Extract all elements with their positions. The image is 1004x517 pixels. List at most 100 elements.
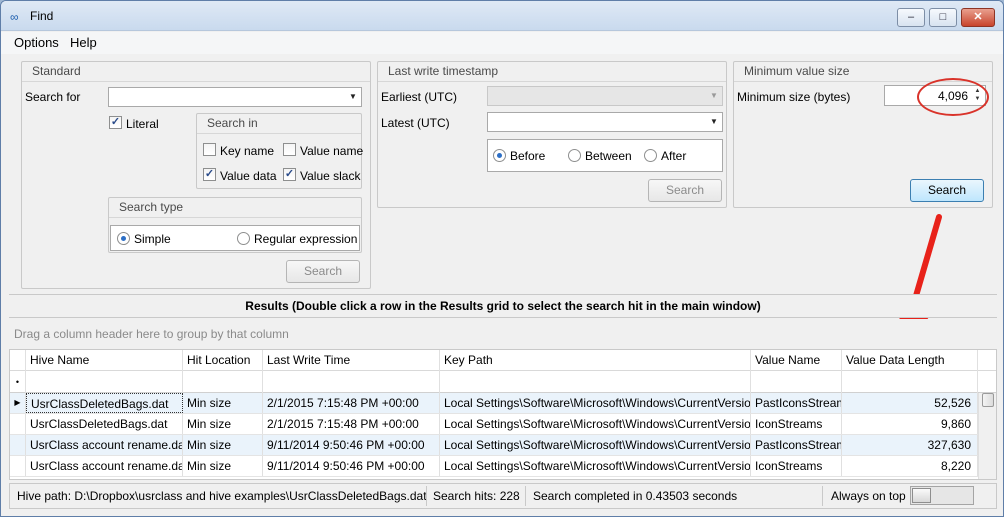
minsize-search-button[interactable]: Search bbox=[910, 179, 984, 202]
literal-label: Literal bbox=[126, 117, 159, 131]
value-data-checkbox[interactable]: ✓ bbox=[203, 168, 216, 181]
search-hits-status: Search hits: 228 bbox=[433, 489, 520, 503]
earliest-combo[interactable]: ▼ bbox=[487, 86, 723, 106]
search-for-combo[interactable]: ▼ bbox=[108, 87, 362, 107]
hive-path-status: Hive path: D:\Dropbox\usrclass and hive … bbox=[17, 489, 427, 503]
column-last-write-time[interactable]: Last Write Time bbox=[263, 350, 440, 371]
regex-label: Regular expression bbox=[254, 232, 358, 246]
find-window: ∞ Find – □ ✕ Options Help Standard Searc… bbox=[0, 0, 1004, 517]
cell-key-path[interactable]: Local Settings\Software\Microsoft\Window… bbox=[440, 393, 751, 413]
row-indicator bbox=[10, 414, 26, 434]
title-bar[interactable]: ∞ Find – □ ✕ bbox=[1, 1, 1003, 31]
table-row[interactable]: UsrClass account rename.dat Min size 9/1… bbox=[10, 435, 978, 456]
filter-hit-location[interactable] bbox=[183, 371, 263, 393]
cell-last-write-time[interactable]: 9/11/2014 9:50:46 PM +00:00 bbox=[263, 456, 440, 476]
cell-value-data-length[interactable]: 52,526 bbox=[842, 393, 978, 413]
close-button[interactable]: ✕ bbox=[961, 8, 995, 27]
key-name-label: Key name bbox=[220, 144, 275, 158]
cell-value-name[interactable]: IconStreams bbox=[751, 414, 842, 434]
dropdown-arrow-icon[interactable]: ▼ bbox=[347, 88, 359, 106]
cell-hit-location[interactable]: Min size bbox=[183, 414, 263, 434]
search-in-title: Search in bbox=[197, 114, 361, 134]
row-indicator-header bbox=[10, 350, 26, 371]
search-in-group: Search in Key name Value name ✓ Value da… bbox=[196, 113, 364, 189]
always-on-top-label: Always on top bbox=[831, 489, 906, 503]
cell-value-data-length[interactable]: 9,860 bbox=[842, 414, 978, 434]
status-divider bbox=[822, 486, 823, 506]
cell-value-name[interactable]: PastIconsStream bbox=[751, 393, 842, 413]
maximize-button[interactable]: □ bbox=[929, 8, 957, 27]
cell-key-path[interactable]: Local Settings\Software\Microsoft\Window… bbox=[440, 414, 751, 434]
cell-hit-location[interactable]: Min size bbox=[183, 393, 263, 413]
cell-last-write-time[interactable]: 2/1/2015 7:15:48 PM +00:00 bbox=[263, 393, 440, 413]
value-slack-label: Value slack bbox=[300, 169, 361, 183]
earliest-label: Earliest (UTC) bbox=[381, 90, 458, 104]
timestamp-search-button[interactable]: Search bbox=[648, 179, 722, 202]
cell-value-name[interactable]: PastIconsStream bbox=[751, 435, 842, 455]
cell-hit-location[interactable]: Min size bbox=[183, 456, 263, 476]
standard-search-button[interactable]: Search bbox=[286, 260, 360, 283]
row-indicator bbox=[10, 456, 26, 476]
between-radio[interactable] bbox=[568, 149, 581, 162]
status-bar: Hive path: D:\Dropbox\usrclass and hive … bbox=[9, 483, 997, 509]
table-row[interactable]: ▶ UsrClassDeletedBags.dat Min size 2/1/2… bbox=[10, 393, 978, 414]
results-grid[interactable]: Hive Name Hit Location Last Write Time K… bbox=[9, 349, 997, 480]
menu-help[interactable]: Help bbox=[70, 35, 97, 50]
cell-hive-name[interactable]: UsrClassDeletedBags.dat bbox=[26, 393, 183, 413]
simple-label: Simple bbox=[134, 232, 171, 246]
current-row-icon: ▶ bbox=[10, 393, 26, 413]
before-radio[interactable] bbox=[493, 149, 506, 162]
toggle-knob[interactable] bbox=[912, 488, 931, 503]
cell-hive-name[interactable]: UsrClass account rename.dat bbox=[26, 435, 183, 455]
latest-label: Latest (UTC) bbox=[381, 116, 450, 130]
dropdown-arrow-icon[interactable]: ▼ bbox=[708, 87, 720, 105]
dropdown-arrow-icon[interactable]: ▼ bbox=[708, 113, 720, 131]
regex-radio[interactable] bbox=[237, 232, 250, 245]
minimize-button[interactable]: – bbox=[897, 8, 925, 27]
table-row[interactable]: UsrClass account rename.dat Min size 9/1… bbox=[10, 456, 978, 477]
column-key-path[interactable]: Key Path bbox=[440, 350, 751, 371]
value-name-label: Value name bbox=[300, 144, 364, 158]
timestamp-group: Last write timestamp Earliest (UTC) ▼ La… bbox=[377, 61, 727, 208]
grid-header: Hive Name Hit Location Last Write Time K… bbox=[10, 350, 996, 371]
search-type-options: Simple Regular expression bbox=[110, 225, 360, 251]
cell-value-name[interactable]: IconStreams bbox=[751, 456, 842, 476]
filter-key-path[interactable] bbox=[440, 371, 751, 393]
after-radio[interactable] bbox=[644, 149, 657, 162]
key-name-checkbox[interactable] bbox=[203, 143, 216, 156]
cell-hive-name[interactable]: UsrClassDeletedBags.dat bbox=[26, 414, 183, 434]
cell-last-write-time[interactable]: 9/11/2014 9:50:46 PM +00:00 bbox=[263, 435, 440, 455]
group-by-panel[interactable]: Drag a column header here to group by th… bbox=[9, 319, 997, 349]
simple-radio[interactable] bbox=[117, 232, 130, 245]
cell-value-data-length[interactable]: 327,630 bbox=[842, 435, 978, 455]
latest-combo[interactable]: ▼ bbox=[487, 112, 723, 132]
timestamp-group-title: Last write timestamp bbox=[378, 62, 726, 82]
cell-value-data-length[interactable]: 8,220 bbox=[842, 456, 978, 476]
standard-group-title: Standard bbox=[22, 62, 370, 82]
column-hit-location[interactable]: Hit Location bbox=[183, 350, 263, 371]
filter-hive-name[interactable] bbox=[26, 371, 183, 393]
scrollbar-thumb[interactable] bbox=[982, 393, 994, 407]
menu-options[interactable]: Options bbox=[14, 35, 59, 50]
always-on-top-toggle[interactable] bbox=[910, 486, 974, 505]
value-name-checkbox[interactable] bbox=[283, 143, 296, 156]
status-divider bbox=[525, 486, 526, 506]
timestamp-mode-options: Before Between After bbox=[487, 139, 723, 172]
filter-value-name[interactable] bbox=[751, 371, 842, 393]
cell-key-path[interactable]: Local Settings\Software\Microsoft\Window… bbox=[440, 435, 751, 455]
cell-last-write-time[interactable]: 2/1/2015 7:15:48 PM +00:00 bbox=[263, 414, 440, 434]
cell-key-path[interactable]: Local Settings\Software\Microsoft\Window… bbox=[440, 456, 751, 476]
table-row[interactable]: UsrClassDeletedBags.dat Min size 2/1/201… bbox=[10, 414, 978, 435]
column-hive-name[interactable]: Hive Name bbox=[26, 350, 183, 371]
column-value-name[interactable]: Value Name bbox=[751, 350, 842, 371]
filter-last-write-time[interactable] bbox=[263, 371, 440, 393]
literal-checkbox[interactable]: ✓ bbox=[109, 116, 122, 129]
value-data-label: Value data bbox=[220, 169, 277, 183]
column-value-data-length[interactable]: Value Data Length bbox=[842, 350, 978, 371]
results-scrollbar[interactable] bbox=[978, 393, 996, 479]
cell-hit-location[interactable]: Min size bbox=[183, 435, 263, 455]
value-slack-checkbox[interactable]: ✓ bbox=[283, 168, 296, 181]
cell-hive-name[interactable]: UsrClass account rename.dat bbox=[26, 456, 183, 476]
filter-value-data-length[interactable] bbox=[842, 371, 978, 393]
filter-pin-icon[interactable]: • bbox=[10, 371, 26, 393]
